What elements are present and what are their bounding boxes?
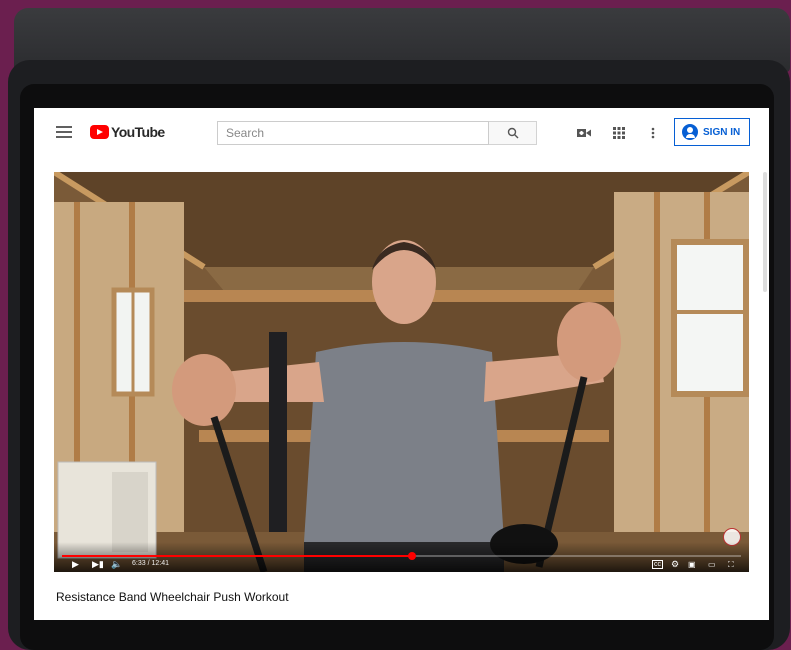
browser-screen: YouTube Search SIGN IN ▶ ▶▮ 🔈 6:33 / 12:… [34, 108, 769, 620]
sign-in-button[interactable]: SIGN IN [674, 118, 750, 146]
fullscreen-icon[interactable]: ⛶ [728, 560, 734, 569]
youtube-play-badge-icon [90, 125, 109, 139]
progress-played [62, 555, 413, 557]
next-icon[interactable]: ▶▮ [92, 560, 104, 569]
theater-icon[interactable]: ▭ [708, 560, 716, 569]
video-title: Resistance Band Wheelchair Push Workout [56, 590, 289, 604]
volume-icon[interactable]: 🔈 [111, 560, 122, 569]
page-scrollbar[interactable] [763, 172, 767, 292]
captions-icon[interactable]: cc [652, 560, 663, 569]
search-button[interactable] [489, 121, 537, 145]
create-video-icon[interactable] [576, 125, 592, 141]
youtube-logo[interactable]: YouTube [90, 124, 165, 140]
player-controls: ▶ ▶▮ 🔈 6:33 / 12:41 cc ⚙ ▣ ▭ ⛶ [54, 542, 749, 572]
miniplayer-icon[interactable]: ▣ [688, 560, 696, 569]
more-vert-icon[interactable] [647, 125, 659, 141]
search-icon [507, 127, 518, 139]
progress-scrubber[interactable] [408, 552, 417, 560]
account-icon [682, 124, 698, 140]
play-icon[interactable]: ▶ [72, 560, 79, 569]
video-frame [54, 172, 749, 572]
time-display: 6:33 / 12:41 [132, 560, 169, 567]
video-player[interactable]: ▶ ▶▮ 🔈 6:33 / 12:41 cc ⚙ ▣ ▭ ⛶ [54, 172, 749, 572]
menu-icon[interactable] [56, 126, 72, 138]
apps-grid-icon[interactable] [611, 125, 627, 141]
sign-in-label: SIGN IN [703, 126, 741, 138]
settings-icon[interactable]: ⚙ [671, 560, 679, 569]
logo-text: YouTube [111, 124, 165, 140]
progress-bar[interactable] [62, 552, 741, 560]
masthead: YouTube Search SIGN IN [34, 108, 769, 158]
search-input[interactable]: Search [217, 121, 489, 145]
